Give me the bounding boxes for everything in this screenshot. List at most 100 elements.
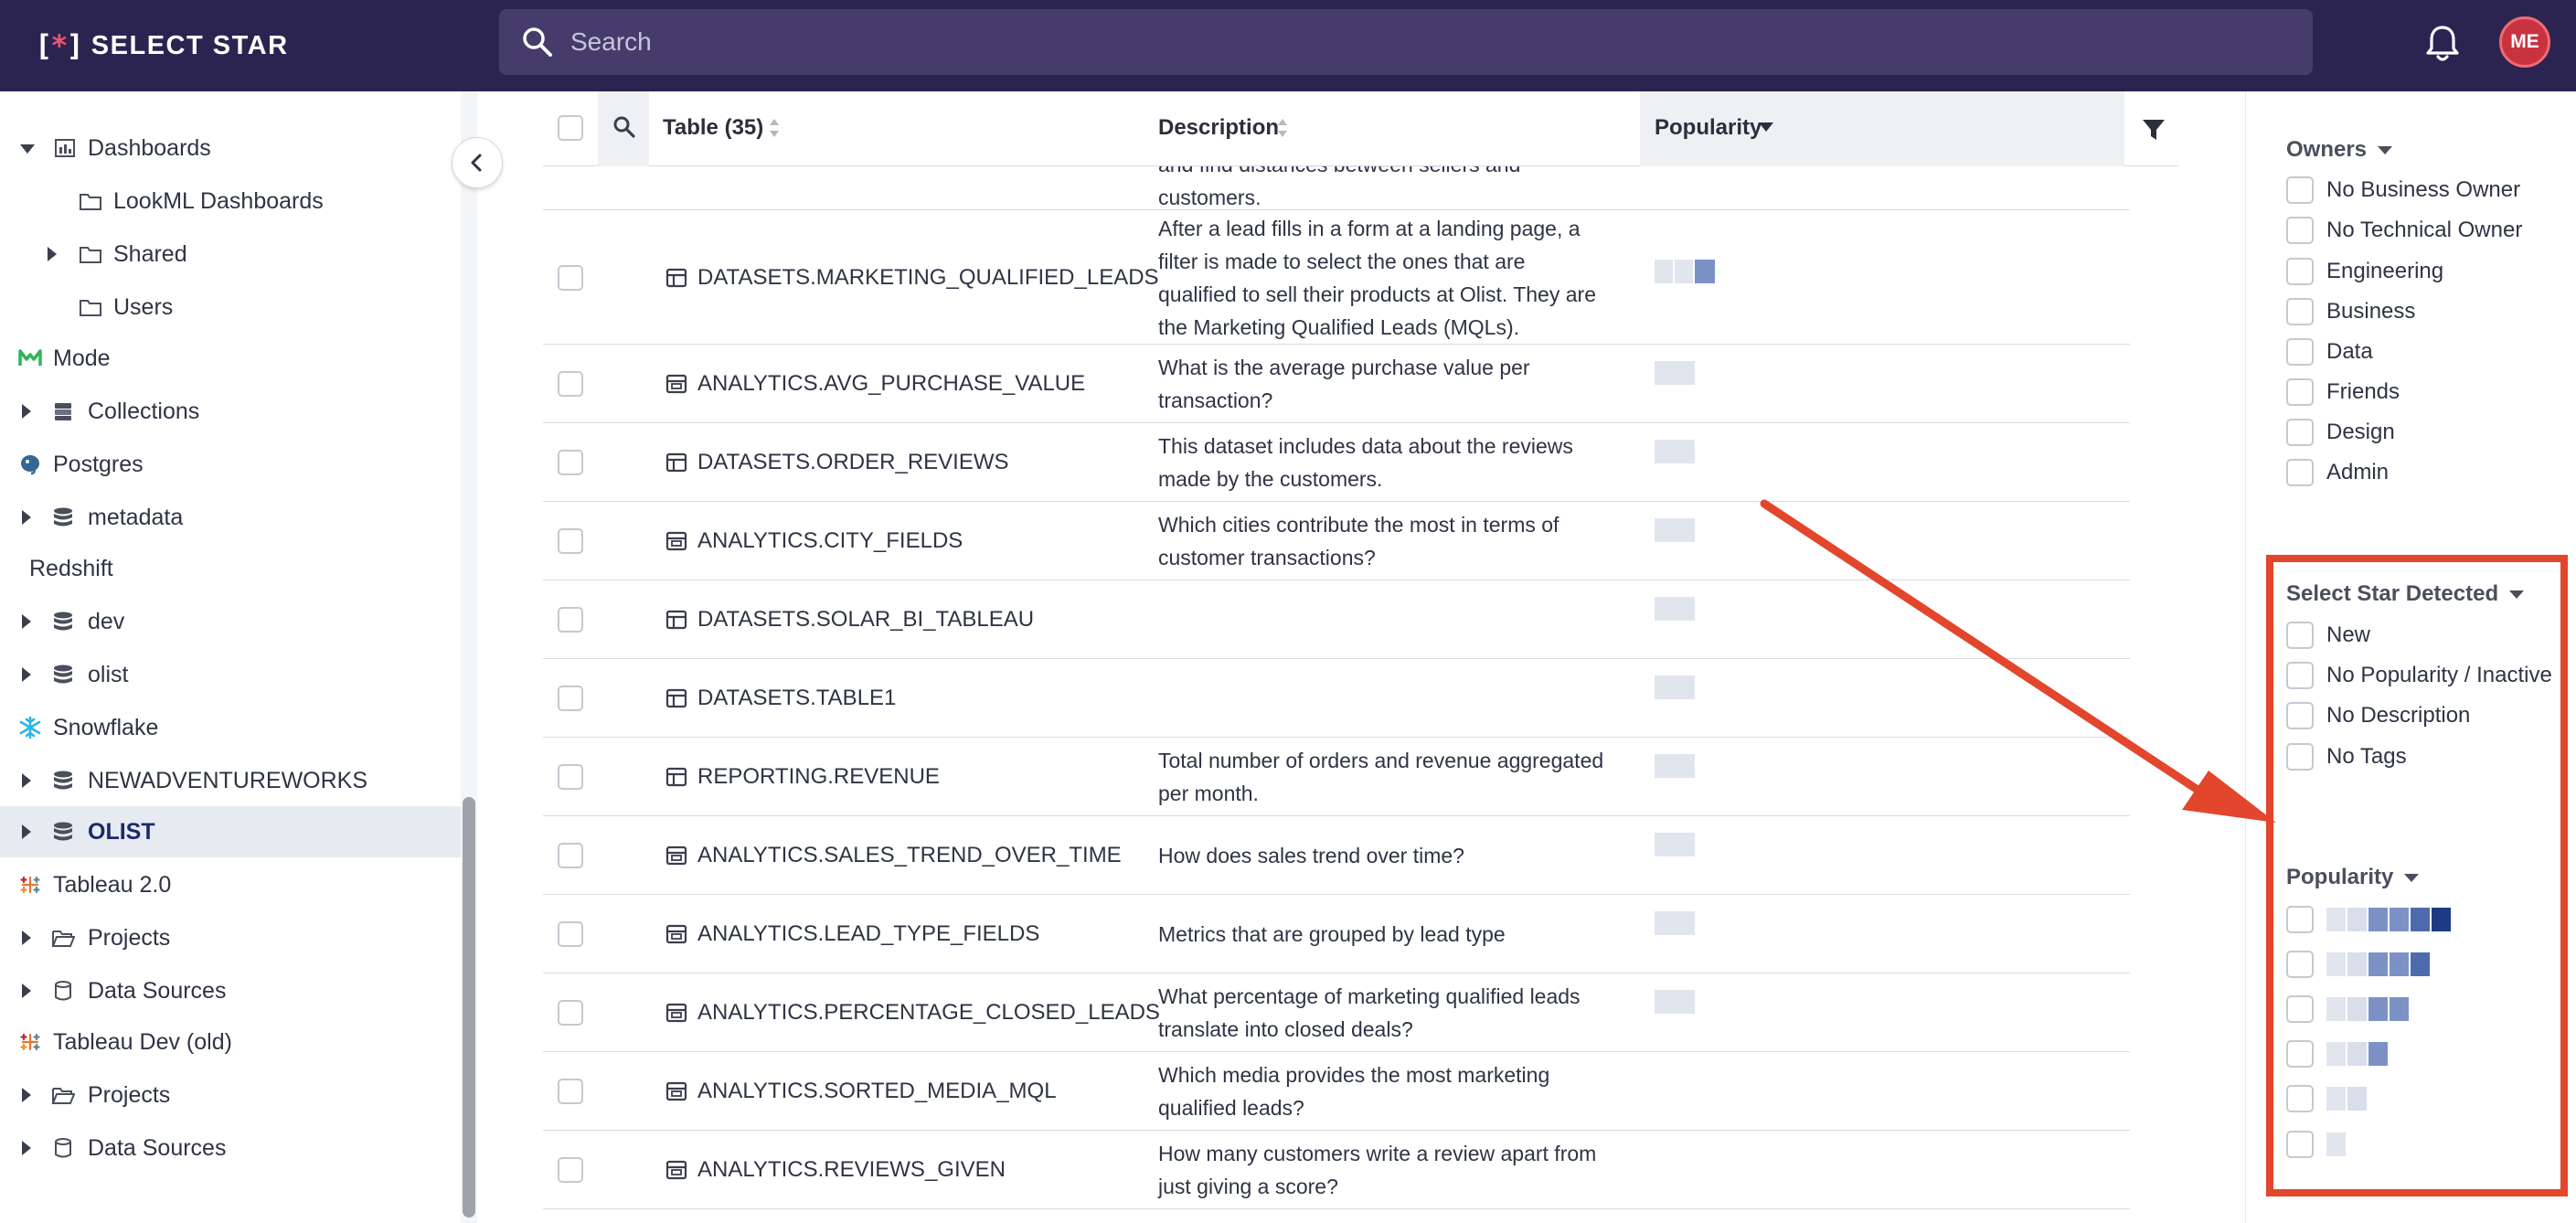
search-input[interactable]	[570, 9, 2289, 75]
filter-option[interactable]: Friends	[2286, 377, 2400, 408]
sidebar-scrollbar-thumb[interactable]	[463, 797, 475, 1218]
filter-checkbox[interactable]	[2286, 419, 2314, 446]
user-avatar[interactable]: ME	[2499, 16, 2550, 68]
column-header-popularity[interactable]: Popularity	[1655, 115, 1762, 141]
sidebar-item[interactable]: metadata	[0, 492, 461, 543]
row-table-name[interactable]: ANALYTICS.LEAD_TYPE_FIELDS	[697, 921, 1039, 947]
table-row[interactable]: ANALYTICS.SALES_TREND_OVER_TIME How does …	[543, 816, 2130, 895]
sort-descending-icon[interactable]	[1759, 122, 1773, 133]
filter-option[interactable]: Business	[2286, 296, 2415, 327]
row-table-name[interactable]: ANALYTICS.AVG_PURCHASE_VALUE	[697, 371, 1085, 397]
sidebar-item[interactable]: Snowflake	[0, 702, 461, 753]
filter-option[interactable]: Design	[2286, 417, 2395, 448]
sidebar-item[interactable]: olist	[0, 649, 461, 700]
sidebar-item[interactable]: Tableau Dev (old)	[0, 1016, 461, 1068]
filter-checkbox[interactable]	[2286, 176, 2314, 204]
caret-right-icon[interactable]	[22, 1141, 31, 1155]
sidebar-item[interactable]: OLIST	[0, 806, 461, 857]
row-checkbox[interactable]	[558, 1157, 583, 1183]
sidebar-item[interactable]: Redshift	[0, 543, 461, 594]
row-checkbox[interactable]	[558, 921, 583, 947]
table-row[interactable]: DATASETS.TABLE1	[543, 659, 2130, 738]
sidebar-item[interactable]: Data Sources	[0, 1122, 461, 1174]
table-row[interactable]: ANALYTICS.LEAD_TYPE_FIELDS Metrics that a…	[543, 895, 2130, 973]
row-checkbox[interactable]	[558, 450, 583, 475]
row-table-name[interactable]: DATASETS.SOLAR_BI_TABLEAU	[697, 607, 1034, 633]
row-checkbox[interactable]	[558, 528, 583, 554]
sidebar-item[interactable]: NEWADVENTUREWORKS	[0, 755, 461, 806]
filter-option[interactable]: Admin	[2286, 457, 2389, 488]
row-table-name[interactable]: REPORTING.REVENUE	[697, 764, 940, 790]
caret-right-icon[interactable]	[22, 984, 31, 998]
row-table-name[interactable]: DATASETS.TABLE1	[697, 686, 896, 711]
sort-icon[interactable]	[769, 117, 780, 139]
sidebar-item[interactable]: Mode	[0, 333, 461, 384]
column-search-button[interactable]	[598, 91, 649, 166]
sidebar-item[interactable]: Projects	[0, 1069, 461, 1121]
row-checkbox[interactable]	[558, 764, 583, 790]
caret-down-icon[interactable]	[20, 144, 35, 154]
row-checkbox[interactable]	[558, 607, 583, 633]
global-search-bar[interactable]	[499, 9, 2313, 75]
select-all-checkbox[interactable]	[558, 115, 583, 141]
table-row[interactable]: ANALYTICS.PERCENTAGE_CLOSED_LEADS What pe…	[543, 973, 2130, 1052]
filter-option[interactable]: Data	[2286, 336, 2373, 367]
row-checkbox[interactable]	[558, 1079, 583, 1104]
caret-right-icon[interactable]	[22, 667, 31, 682]
filter-section-toggle[interactable]: Owners	[2286, 137, 2393, 163]
sidebar-item[interactable]: Projects	[0, 912, 461, 963]
row-checkbox[interactable]	[558, 371, 583, 397]
row-checkbox[interactable]	[558, 843, 583, 868]
table-row[interactable]: DATASETS.ORDER_REVIEWS This dataset inclu…	[543, 423, 2130, 502]
sidebar-item[interactable]: dev	[0, 596, 461, 647]
row-table-name[interactable]: ANALYTICS.REVIEWS_GIVEN	[697, 1157, 1006, 1183]
sidebar-item[interactable]: Shared	[0, 229, 461, 280]
table-row[interactable]: ANALYTICS.AVG_PURCHASE_VALUE What is the …	[543, 345, 2130, 423]
filter-icon[interactable]	[2141, 117, 2166, 143]
caret-right-icon[interactable]	[22, 510, 31, 525]
table-row[interactable]: ANALYTICS.SORTED_MEDIA_MQL Which media pr…	[543, 1052, 2130, 1131]
sidebar-item[interactable]: Tableau 2.0	[0, 859, 461, 910]
filter-option[interactable]: No Business Owner	[2286, 175, 2520, 206]
filter-checkbox[interactable]	[2286, 338, 2314, 366]
sidebar-item[interactable]: Users	[0, 282, 461, 333]
row-checkbox[interactable]	[558, 686, 583, 711]
row-table-name[interactable]: ANALYTICS.CITY_FIELDS	[697, 528, 963, 554]
select-star-logo[interactable]: [*] SELECT STAR	[35, 26, 289, 66]
filter-checkbox[interactable]	[2286, 459, 2314, 486]
sidebar-item[interactable]: Dashboards	[0, 122, 461, 174]
row-table-name[interactable]: ANALYTICS.SALES_TREND_OVER_TIME	[697, 843, 1122, 868]
table-row[interactable]: ANALYTICS.CITY_FIELDS Which cities contri…	[543, 502, 2130, 580]
table-row[interactable]: REPORTING.REVENUE Total number of orders …	[543, 738, 2130, 816]
filter-checkbox[interactable]	[2286, 258, 2314, 285]
collapse-sidebar-button[interactable]	[452, 137, 503, 188]
caret-right-icon[interactable]	[22, 614, 31, 629]
table-row[interactable]: DATASETS.MARKETING_QUALIFIED_LEADS After …	[543, 210, 2130, 345]
caret-right-icon[interactable]	[22, 824, 31, 839]
caret-right-icon[interactable]	[48, 247, 57, 261]
column-header-description[interactable]: Description	[1158, 115, 1279, 141]
table-row[interactable]: ANALYTICS.REVIEWS_GIVEN How many customer…	[543, 1131, 2130, 1209]
sidebar-item[interactable]: Data Sources	[0, 965, 461, 1016]
filter-option[interactable]: No Technical Owner	[2286, 215, 2522, 246]
caret-right-icon[interactable]	[22, 931, 31, 945]
row-table-name[interactable]: DATASETS.MARKETING_QUALIFIED_LEADS	[697, 265, 1159, 291]
filter-checkbox[interactable]	[2286, 298, 2314, 325]
row-table-name[interactable]: DATASETS.ORDER_REVIEWS	[697, 450, 1009, 475]
caret-right-icon[interactable]	[22, 404, 31, 419]
filter-checkbox[interactable]	[2286, 217, 2314, 244]
row-table-name[interactable]: ANALYTICS.PERCENTAGE_CLOSED_LEADS	[697, 1000, 1160, 1026]
sort-icon[interactable]	[1277, 117, 1288, 139]
sidebar-item[interactable]: Collections	[0, 386, 461, 437]
row-checkbox[interactable]	[558, 264, 583, 291]
sidebar-item[interactable]: LookML Dashboards	[0, 175, 461, 227]
filter-option[interactable]: Engineering	[2286, 256, 2443, 287]
table-row[interactable]: DATASETS.SOLAR_BI_TABLEAU	[543, 580, 2130, 659]
row-table-name[interactable]: ANALYTICS.SORTED_MEDIA_MQL	[697, 1079, 1057, 1104]
sidebar-item[interactable]: Postgres	[0, 439, 461, 490]
caret-right-icon[interactable]	[22, 1088, 31, 1102]
row-checkbox[interactable]	[558, 1000, 583, 1026]
filter-checkbox[interactable]	[2286, 378, 2314, 406]
caret-right-icon[interactable]	[22, 773, 31, 788]
notifications-bell-icon[interactable]	[2424, 24, 2461, 64]
